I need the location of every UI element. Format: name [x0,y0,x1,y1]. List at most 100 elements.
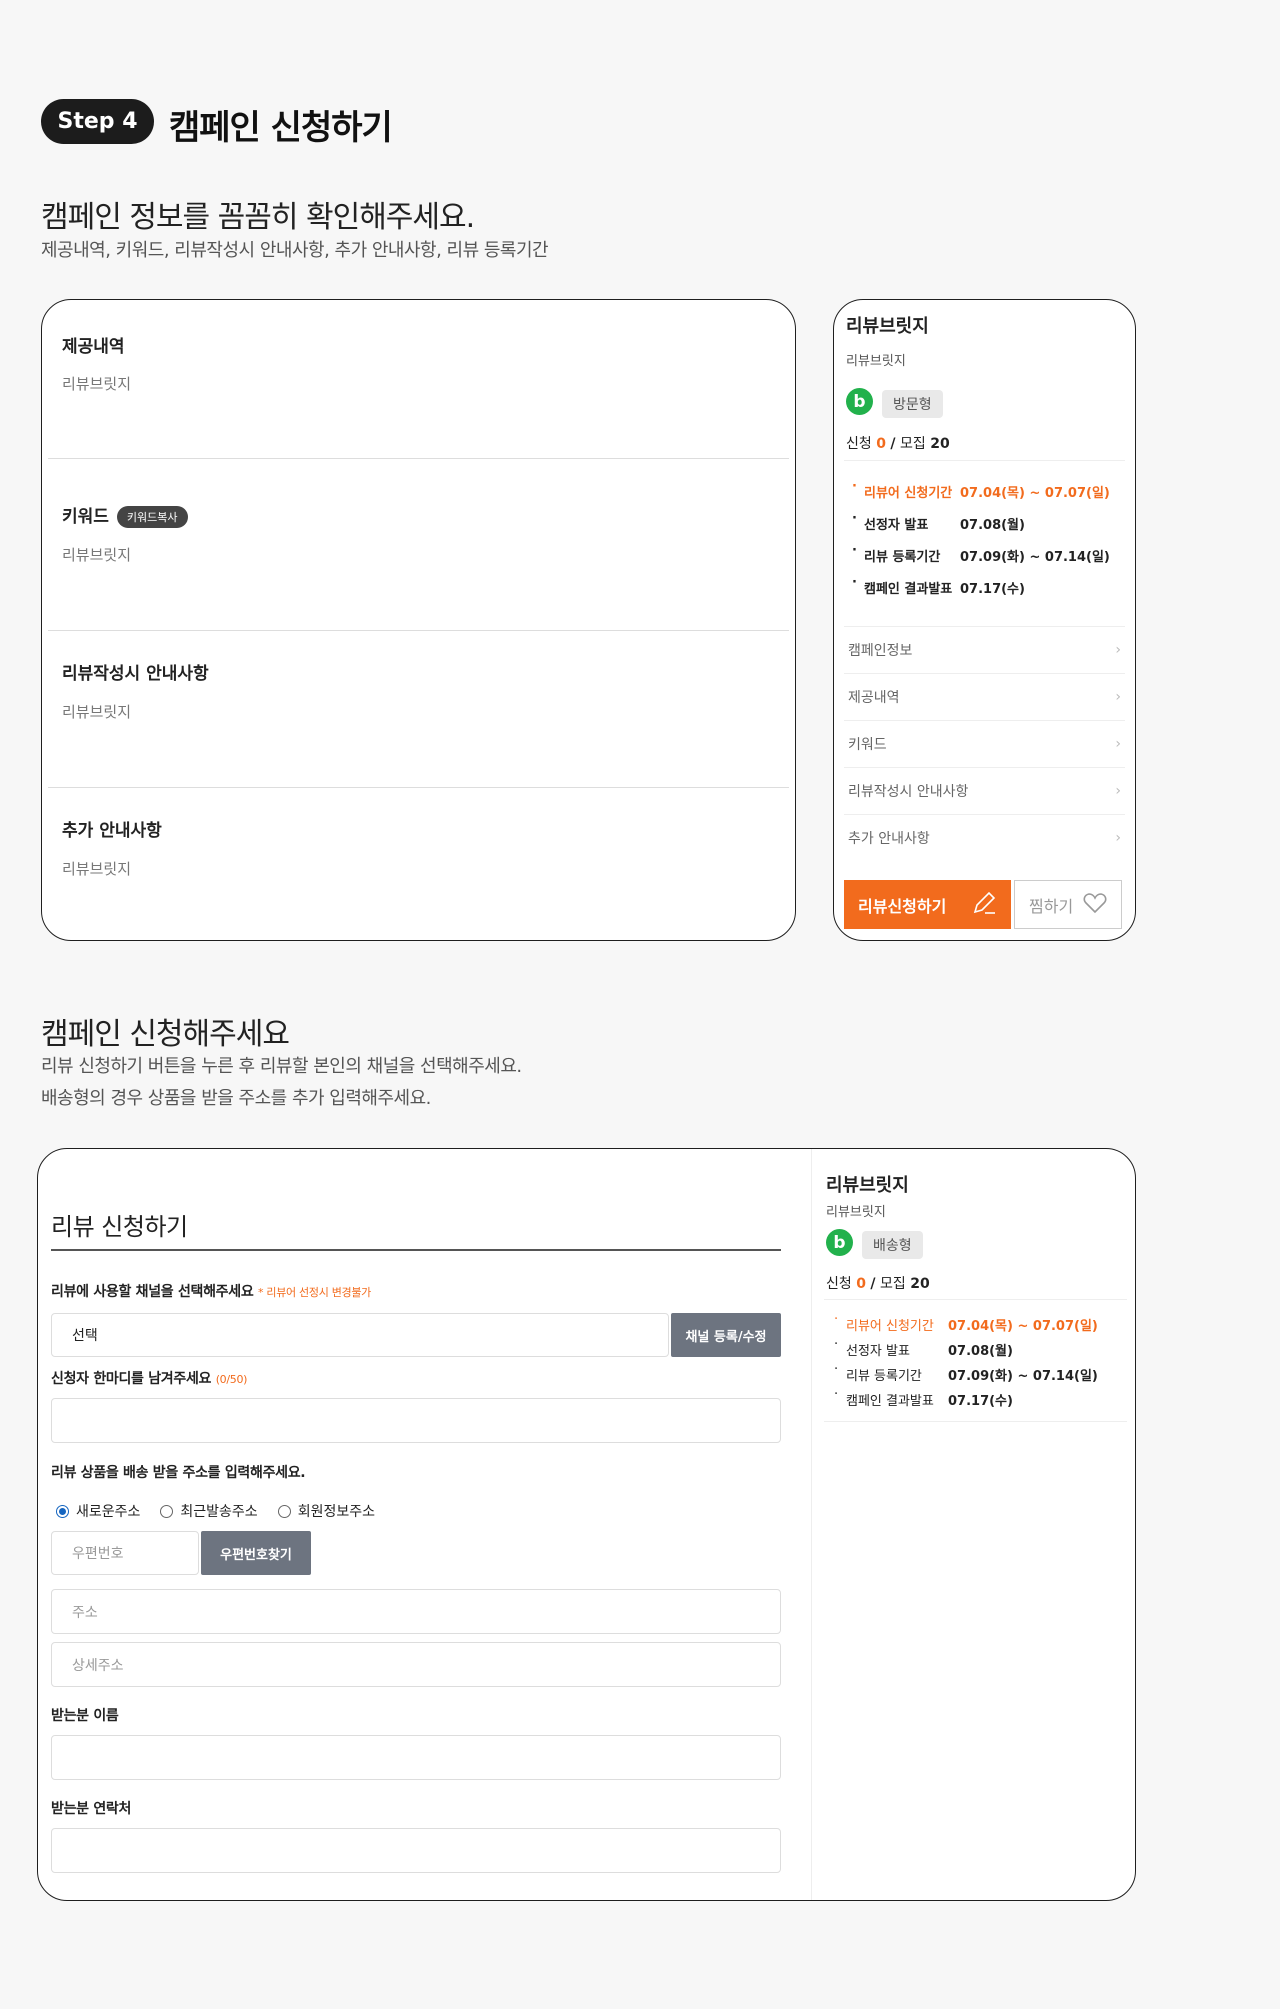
vertical-divider [811,1149,812,1900]
address-detail-input[interactable]: 상세주소 [51,1642,781,1687]
campaign-title: 리뷰브릿지 [846,316,929,337]
step-badge: Step 4 [41,99,154,144]
recruit-label: 모집 [880,1276,906,1292]
campaign-type-badge: 배송형 [862,1231,923,1259]
recipient-name-input[interactable] [51,1735,781,1780]
radio-member-address[interactable]: 회원정보주소 [277,1501,375,1521]
schedule-apply-period: 리뷰어 신청기간 07.04(목) ~ 07.07(일) [834,1312,1098,1334]
schedule-label: 리뷰어 신청기간 [852,479,960,501]
chevron-right-icon: › [1115,783,1121,799]
recruit-label: 모집 [900,436,926,452]
menu-item-extra-guide[interactable]: 추가 안내사항 › [844,814,1125,861]
schedule-value: 07.17(수) [948,1394,1013,1409]
campaign-type-badge: 방문형 [882,390,943,418]
zipcode-input[interactable]: 우편번호 [51,1531,199,1575]
address-label: 리뷰 상품을 배송 받을 주소를 입력해주세요. [51,1465,306,1481]
divider [824,1421,1127,1422]
schedule-announce: 선정자 발표 07.08(월) [852,511,1025,533]
chevron-right-icon: › [1115,689,1121,705]
info-block-body: 리뷰브릿지 [62,375,132,393]
apply-button-label: 리뷰신청하기 [858,896,947,916]
channel-note: * 리뷰어 선정시 변경불가 [258,1286,371,1299]
apply-recruit-counts: 신청 0 / 모집 20 [846,433,950,453]
section1-heading: 캠페인 정보를 꼼꼼히 확인해주세요. [41,200,475,235]
radio-new-address[interactable]: 새로운주소 [56,1501,140,1521]
apply-review-button[interactable]: 리뷰신청하기 [844,880,1011,929]
schedule-label: 선정자 발표 [834,1337,948,1359]
recruit-count: 20 [930,436,950,452]
campaign-title: 리뷰브릿지 [826,1175,909,1196]
schedule-label: 캠페인 결과발표 [852,575,960,597]
review-apply-form-card: 리뷰 신청하기 리뷰에 사용할 채널을 선택해주세요 * 리뷰어 선정시 변경불… [37,1148,1136,1901]
comment-input[interactable] [51,1398,781,1443]
menu-label: 키워드 [848,737,887,753]
menu-item-keyword[interactable]: 키워드 › [844,720,1125,767]
info-block-title: 제공내역 [62,337,125,357]
channel-register-button[interactable]: 채널 등록/수정 [671,1313,781,1357]
radio-label: 새로운주소 [76,1504,141,1520]
section1-desc: 제공내역, 키워드, 리뷰작성시 안내사항, 추가 안내사항, 리뷰 등록기간 [41,240,549,261]
schedule-value: 07.08(월) [960,518,1025,533]
schedule-result: 캠페인 결과발표 07.17(수) [834,1387,1013,1409]
channel-select[interactable]: 선택 [51,1313,669,1357]
section2-desc-1: 리뷰 신청하기 버튼을 누른 후 리뷰할 본인의 채널을 선택해주세요. [41,1056,522,1077]
campaign-subtitle: 리뷰브릿지 [826,1205,886,1220]
radio-dot [277,1504,291,1518]
schedule-value: 07.09(화) ~ 07.14(일) [948,1369,1098,1384]
like-button-label: 찜하기 [1029,896,1074,916]
zipcode-search-button[interactable]: 우편번호찾기 [201,1531,311,1575]
info-block-title: 리뷰작성시 안내사항 [62,664,209,684]
schedule-value: 07.09(화) ~ 07.14(일) [960,550,1110,565]
info-block-keyword: 키워드 키워드복사 리뷰브릿지 [48,459,789,630]
schedule-review-period: 리뷰 등록기간 07.09(화) ~ 07.14(일) [834,1362,1098,1384]
keyword-copy-button[interactable]: 키워드복사 [116,506,188,528]
chevron-right-icon: › [1115,736,1121,752]
apply-label: 신청 [846,436,872,452]
channel-label-text: 리뷰에 사용할 채널을 선택해주세요 [51,1284,254,1300]
recruit-count: 20 [910,1276,930,1292]
pencil-icon [971,890,997,920]
radio-label: 회원정보주소 [297,1504,375,1520]
radio-dot [56,1504,69,1518]
recipient-phone-label: 받는분 연락처 [51,1801,132,1817]
campaign-summary-card: 리뷰브릿지 리뷰브릿지 b 방문형 신청 0 / 모집 20 리뷰어 신청기간 … [833,299,1136,941]
schedule-value: 07.08(월) [948,1344,1013,1359]
info-block-body: 리뷰브릿지 [62,703,132,721]
info-block-body: 리뷰브릿지 [62,546,132,564]
comment-label: 신청자 한마디를 남겨주세요 (0/50) [51,1368,247,1388]
menu-label: 제공내역 [848,690,900,706]
menu-label: 추가 안내사항 [848,831,930,847]
schedule-label: 리뷰 등록기간 [834,1362,948,1384]
comment-label-text: 신청자 한마디를 남겨주세요 [51,1371,212,1387]
recipient-phone-input[interactable] [51,1828,781,1873]
menu-item-review-guide[interactable]: 리뷰작성시 안내사항 › [844,767,1125,814]
schedule-label: 선정자 발표 [852,511,960,533]
menu-item-provision[interactable]: 제공내역 › [844,673,1125,720]
address-type-radios: 새로운주소 최근발송주소 회원정보주소 [56,1501,375,1521]
campaign-info-card: 제공내역 리뷰브릿지 키워드 키워드복사 리뷰브릿지 리뷰작성시 안내사항 리뷰브… [41,299,796,941]
menu-item-campaign-info[interactable]: 캠페인정보 › [844,626,1125,673]
form-title: 리뷰 신청하기 [51,1213,188,1241]
apply-count: 0 [856,1276,866,1292]
address-input[interactable]: 주소 [51,1589,781,1634]
info-block-extra-guide: 추가 안내사항 리뷰브릿지 [48,788,789,938]
divider [844,460,1125,461]
keyword-title: 키워드 [62,507,109,527]
info-block-body: 리뷰브릿지 [62,860,132,878]
menu-label: 캠페인정보 [848,643,913,659]
schedule-label: 리뷰어 신청기간 [834,1312,948,1334]
info-block-title: 키워드 키워드복사 [62,502,188,528]
schedule-label: 리뷰 등록기간 [852,543,960,565]
comment-count: (0/50) [215,1373,248,1386]
campaign-subtitle: 리뷰브릿지 [846,354,906,369]
apply-count: 0 [876,436,886,452]
like-button[interactable]: 찜하기 [1014,880,1122,929]
schedule-apply-period: 리뷰어 신청기간 07.04(목) ~ 07.07(일) [852,479,1110,501]
schedule-label: 캠페인 결과발표 [834,1387,948,1409]
schedule-value: 07.17(수) [960,582,1025,597]
form-title-underline [51,1249,781,1251]
section2-heading: 캠페인 신청해주세요 [41,1017,290,1052]
apply-label: 신청 [826,1276,852,1292]
radio-recent-address[interactable]: 최근발송주소 [160,1501,258,1521]
recipient-name-label: 받는분 이름 [51,1708,119,1724]
